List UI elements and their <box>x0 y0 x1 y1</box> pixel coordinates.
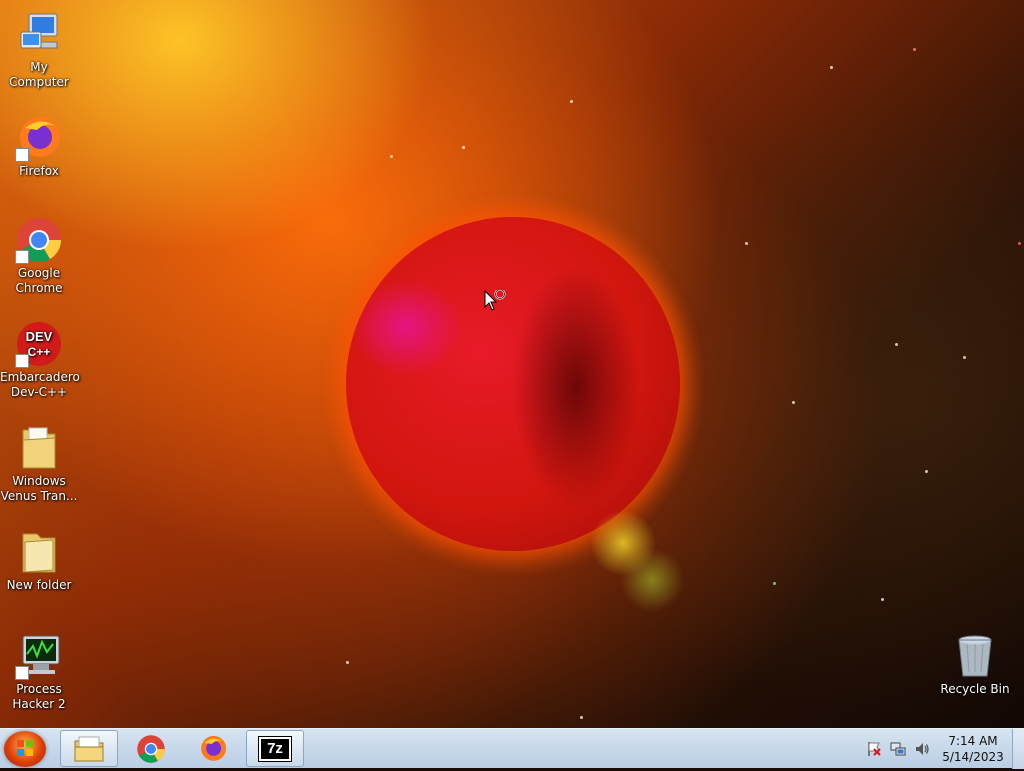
volume-icon[interactable] <box>914 741 930 757</box>
star <box>346 661 349 664</box>
taskbar-explorer-button[interactable] <box>60 730 118 767</box>
desktop-icon-label: Windows Venus Tran... <box>0 474 78 503</box>
chrome-icon <box>137 734 165 763</box>
desktop-wallpaper: My Computer Firefox Google Chrome DEV C+… <box>0 0 1024 728</box>
clock-date: 5/14/2023 <box>942 750 1004 764</box>
taskbar-chrome-button[interactable] <box>122 730 180 767</box>
devcpp-icon: DEV C++ <box>15 320 63 368</box>
folder-icon <box>15 528 63 576</box>
star <box>881 598 884 601</box>
firefox-icon <box>201 735 227 761</box>
taskbar-7zip-button[interactable]: 7z <box>246 730 304 767</box>
star <box>895 343 898 346</box>
7zip-icon: 7z <box>258 735 292 762</box>
action-center-flag-icon[interactable] <box>866 741 882 757</box>
taskbar-clock[interactable]: 7:14 AM 5/14/2023 <box>940 733 1006 765</box>
desktop-icon-firefox[interactable]: Firefox <box>0 114 78 179</box>
desktop-icon-label: Embarcadero Dev-C++ <box>0 370 80 399</box>
star <box>792 401 795 404</box>
star <box>913 48 916 51</box>
star <box>830 66 833 69</box>
desktop-icon-process-hacker[interactable]: Process Hacker 2 <box>0 632 78 712</box>
desktop-icon-label: My Computer <box>9 60 69 89</box>
star <box>570 100 573 103</box>
folder-icon <box>15 424 63 472</box>
chrome-icon <box>15 216 63 264</box>
computer-icon <box>15 10 63 58</box>
taskbar: 7z 7:14 AM 5/14/2023 <box>0 728 1024 769</box>
desktop-icon-my-computer[interactable]: My Computer <box>0 10 78 90</box>
firefox-icon <box>15 114 63 162</box>
desktop-icon-label: Recycle Bin <box>940 682 1010 696</box>
network-icon[interactable] <box>890 741 906 757</box>
shortcut-arrow-icon <box>15 666 29 680</box>
desktop-icon-new-folder[interactable]: New folder <box>0 528 78 593</box>
start-button[interactable] <box>4 731 46 767</box>
star <box>773 582 776 585</box>
star <box>462 146 465 149</box>
shortcut-arrow-icon <box>15 148 29 162</box>
desktop-icon-dev-cpp[interactable]: DEV C++ Embarcadero Dev-C++ <box>0 320 80 400</box>
desktop-icon-label: Firefox <box>19 164 59 178</box>
shortcut-arrow-icon <box>15 250 29 264</box>
taskbar-firefox-button[interactable] <box>184 730 242 767</box>
desktop-icon-label: Process Hacker 2 <box>12 682 66 711</box>
shortcut-arrow-icon <box>15 354 29 368</box>
star <box>580 716 583 719</box>
desktop-icon-label: Google Chrome <box>15 266 63 295</box>
desktop-icon-google-chrome[interactable]: Google Chrome <box>0 216 78 296</box>
clock-time: 7:14 AM <box>948 734 998 748</box>
star <box>925 470 928 473</box>
desktop-icon-recycle-bin[interactable]: Recycle Bin <box>936 632 1014 697</box>
devcpp-icon-text: DEV <box>26 329 53 344</box>
star <box>745 242 748 245</box>
desktop-icon-label: New folder <box>6 578 72 592</box>
svg-text:C++: C++ <box>28 345 51 359</box>
explorer-icon <box>74 736 104 761</box>
recycle-bin-icon <box>951 632 999 680</box>
busy-cursor-icon <box>484 288 510 318</box>
windows-start-orb-icon <box>17 740 33 756</box>
7zip-icon-text: 7z <box>267 740 283 757</box>
show-desktop-button[interactable] <box>1012 729 1024 769</box>
desktop-icon-windows-venus-tran[interactable]: Windows Venus Tran... <box>0 424 78 504</box>
red-planet <box>346 217 680 551</box>
star <box>1018 242 1021 245</box>
star <box>963 356 966 359</box>
lens-flare <box>620 548 684 612</box>
process-hacker-icon <box>15 632 63 680</box>
star <box>390 155 393 158</box>
